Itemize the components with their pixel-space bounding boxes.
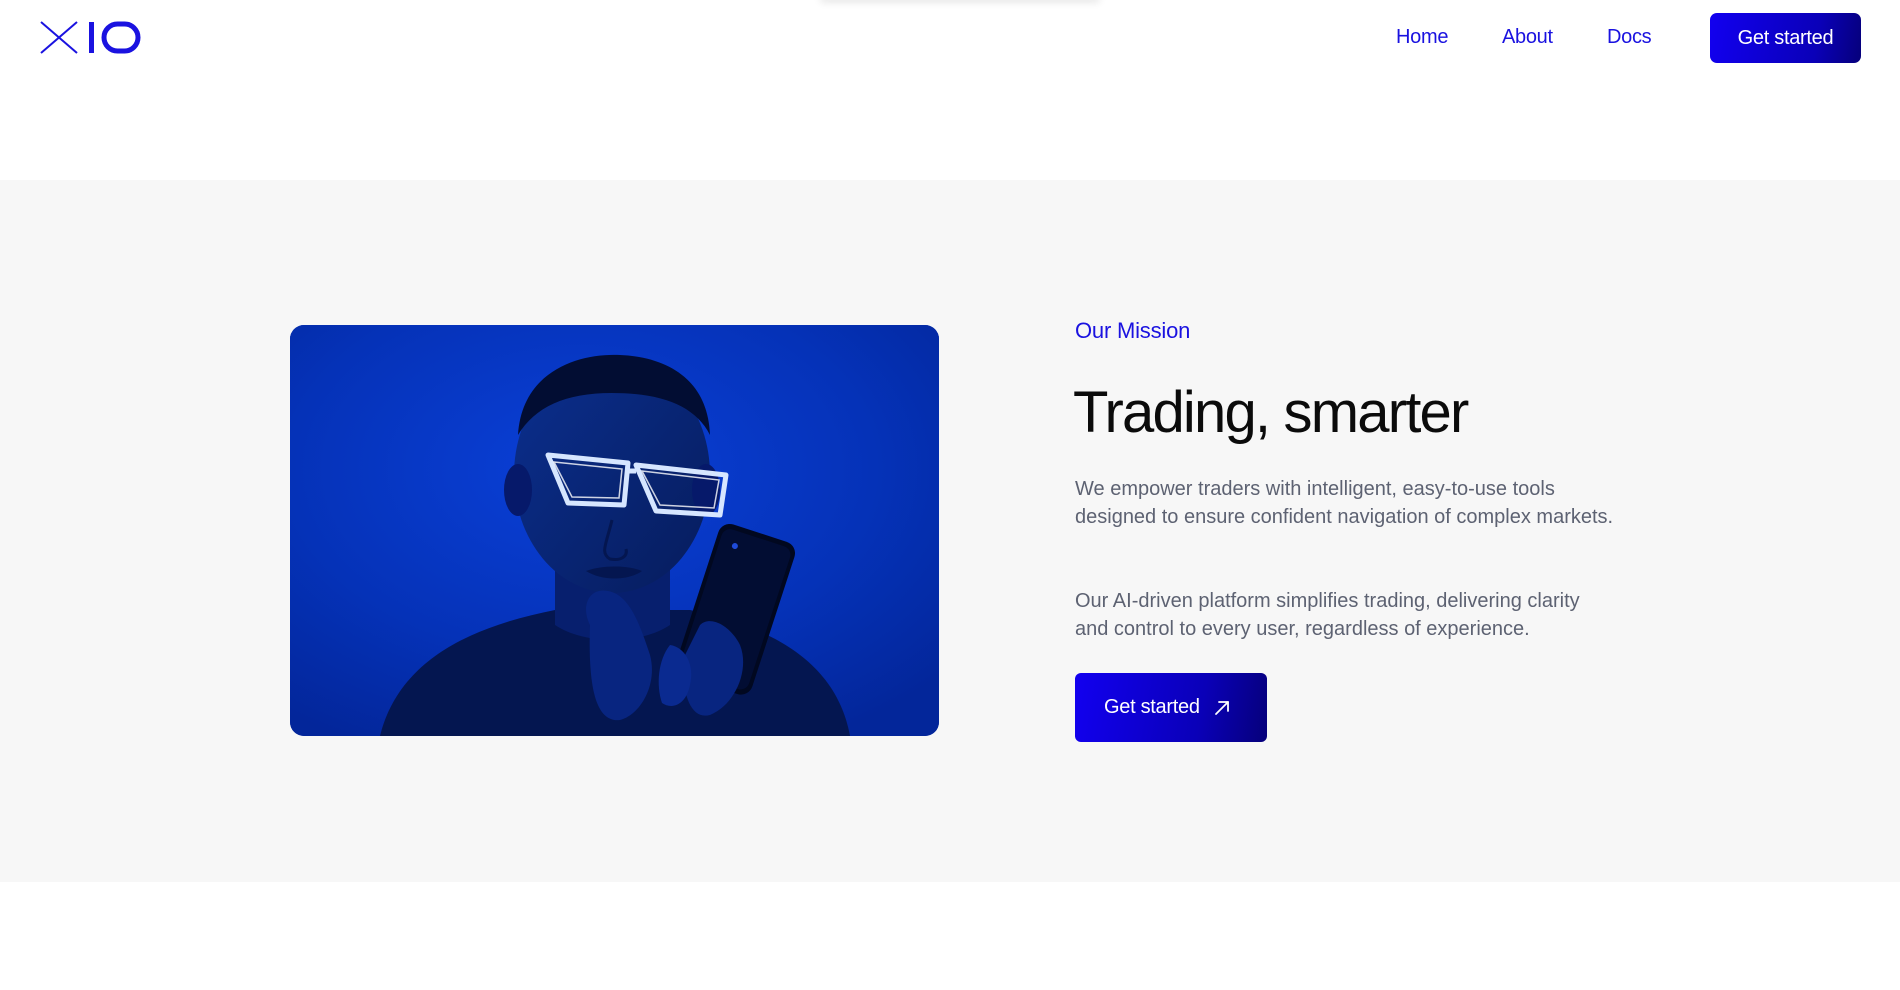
mission-paragraph-1: We empower traders with intelligent, eas… (1075, 478, 1614, 528)
person-with-phone-illustration (290, 325, 939, 736)
site-header: Home About Docs Get started (0, 0, 1900, 78)
logo-icon (40, 21, 141, 54)
mission-paragraph-2: Our AI-driven platform simplifies tradin… (1075, 590, 1580, 640)
mission-cta-label: Get started (1104, 696, 1200, 718)
nav-about[interactable]: About (1502, 26, 1553, 49)
mission-get-started-button[interactable]: Get started (1075, 673, 1267, 742)
header-get-started-button[interactable]: Get started (1710, 13, 1861, 63)
mission-headline: Trading, smarter (1073, 380, 1469, 445)
nav-docs[interactable]: Docs (1607, 26, 1652, 49)
arrow-up-right-icon (1212, 698, 1232, 718)
mission-eyebrow: Our Mission (1075, 318, 1191, 343)
nav-home[interactable]: Home (1396, 26, 1448, 49)
logo[interactable] (40, 20, 142, 54)
mission-section (0, 180, 1900, 882)
mission-image (290, 325, 939, 736)
